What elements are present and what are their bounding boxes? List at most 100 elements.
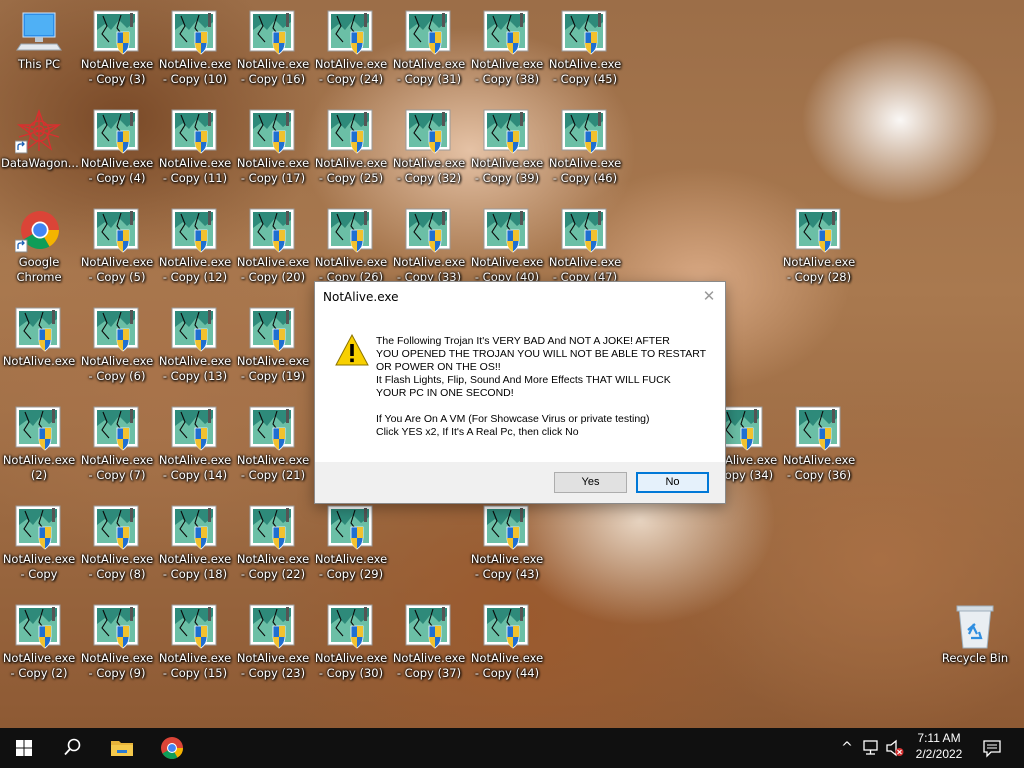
desktop-icon-c23[interactable]: NotAlive.exe - Copy (23) — [235, 598, 311, 694]
desktop[interactable]: This PC DataWagon... Google Chrome NotAlive… — [0, 0, 1024, 728]
desktop-icon-na-2[interactable]: NotAlive.exe (2) — [1, 400, 77, 496]
action-center-icon[interactable] — [980, 728, 1004, 768]
desktop-icon-c30[interactable]: NotAlive.exe - Copy (30) — [313, 598, 389, 694]
desktop-icon-label: NotAlive.exe - Copy (23) — [236, 651, 310, 680]
desktop-icon-c8[interactable]: NotAlive.exe - Copy (8) — [79, 499, 155, 595]
notalive-exe-icon — [93, 109, 141, 155]
desktop-icon-na-copy[interactable]: NotAlive.exe - Copy — [1, 499, 77, 595]
desktop-icon-c32[interactable]: NotAlive.exe - Copy (32) — [391, 103, 467, 199]
desktop-icon-label: DataWagon... — [1, 156, 79, 170]
desktop-icon-c36[interactable]: NotAlive.exe - Copy (36) — [781, 400, 857, 496]
file-explorer-button[interactable] — [98, 728, 146, 768]
desktop-icon-c12[interactable]: NotAlive.exe - Copy (12) — [157, 202, 233, 298]
desktop-icon-label: NotAlive.exe - Copy (28) — [782, 255, 856, 284]
chrome-icon — [161, 737, 183, 759]
message-box-dialog[interactable]: NotAlive.exe ✕ The Following Trojan It's… — [314, 281, 726, 504]
chrome-taskbar-button[interactable] — [148, 728, 196, 768]
yes-button[interactable]: Yes — [554, 472, 627, 493]
search-button[interactable] — [48, 728, 96, 768]
desktop-icon-c16[interactable]: NotAlive.exe - Copy (16) — [235, 4, 311, 100]
desktop-icon-c9[interactable]: NotAlive.exe - Copy (9) — [79, 598, 155, 694]
notalive-exe-icon — [249, 307, 297, 353]
desktop-icon-label: NotAlive.exe - Copy (44) — [470, 651, 544, 680]
warning-icon — [335, 334, 369, 366]
recycle-bin-icon — [951, 604, 999, 650]
notalive-exe-icon — [249, 604, 297, 650]
desktop-icon-c13[interactable]: NotAlive.exe - Copy (13) — [157, 301, 233, 397]
desktop-icon-label: NotAlive.exe - Copy (18) — [158, 552, 232, 581]
desktop-icon-datawagon[interactable]: DataWagon... — [1, 103, 79, 199]
desktop-icon-c10[interactable]: NotAlive.exe - Copy (10) — [157, 4, 233, 100]
notalive-exe-icon — [795, 406, 843, 452]
notalive-exe-icon — [93, 10, 141, 56]
notalive-exe-icon — [171, 10, 219, 56]
notalive-exe-icon — [171, 208, 219, 254]
desktop-icon-na[interactable]: NotAlive.exe — [1, 301, 77, 397]
notalive-exe-icon — [171, 307, 219, 353]
desktop-icon-c11[interactable]: NotAlive.exe - Copy (11) — [157, 103, 233, 199]
desktop-icon-c4[interactable]: NotAlive.exe - Copy (4) — [79, 103, 155, 199]
desktop-icon-label: NotAlive.exe - Copy (19) — [236, 354, 310, 383]
desktop-icon-c5[interactable]: NotAlive.exe - Copy (5) — [79, 202, 155, 298]
desktop-icon-label: NotAlive.exe - Copy (38) — [470, 57, 544, 86]
desktop-icon-c15[interactable]: NotAlive.exe - Copy (15) — [157, 598, 233, 694]
volume-muted-icon[interactable] — [884, 728, 906, 768]
desktop-icon-label: NotAlive.exe - Copy (15) — [158, 651, 232, 680]
desktop-icon-label: NotAlive.exe - Copy (22) — [236, 552, 310, 581]
desktop-icon-c21[interactable]: NotAlive.exe - Copy (21) — [235, 400, 311, 496]
desktop-icon-recycle[interactable]: Recycle Bin — [937, 598, 1013, 694]
start-button[interactable] — [0, 728, 48, 768]
clock-time: 7:11 AM — [917, 731, 961, 745]
desktop-icon-chrome[interactable]: Google Chrome — [1, 202, 77, 298]
notalive-exe-icon — [15, 406, 63, 452]
notalive-exe-icon — [249, 109, 297, 155]
show-hidden-icons-chevron[interactable]: ^ — [838, 728, 856, 768]
desktop-icon-label: NotAlive.exe - Copy — [2, 552, 76, 581]
desktop-icon-na-copy-2[interactable]: NotAlive.exe - Copy (2) — [1, 598, 77, 694]
desktop-icon-c38[interactable]: NotAlive.exe - Copy (38) — [469, 4, 545, 100]
desktop-icon-this-pc[interactable]: This PC — [1, 4, 77, 100]
windows-logo-icon — [16, 740, 32, 756]
notalive-exe-icon — [171, 604, 219, 650]
desktop-icon-label: NotAlive.exe - Copy (7) — [80, 453, 154, 482]
notalive-exe-icon — [15, 604, 63, 650]
desktop-icon-c20[interactable]: NotAlive.exe - Copy (20) — [235, 202, 311, 298]
desktop-icon-c28[interactable]: NotAlive.exe - Copy (28) — [781, 202, 857, 298]
desktop-icon-c17[interactable]: NotAlive.exe - Copy (17) — [235, 103, 311, 199]
desktop-icon-label: NotAlive.exe - Copy (17) — [236, 156, 310, 185]
desktop-icon-c46[interactable]: NotAlive.exe - Copy (46) — [547, 103, 623, 199]
desktop-icon-c19[interactable]: NotAlive.exe - Copy (19) — [235, 301, 311, 397]
desktop-icon-c44[interactable]: NotAlive.exe - Copy (44) — [469, 598, 545, 694]
desktop-icon-c45[interactable]: NotAlive.exe - Copy (45) — [547, 4, 623, 100]
desktop-icon-c43[interactable]: NotAlive.exe - Copy (43) — [469, 499, 545, 595]
desktop-icon-c31[interactable]: NotAlive.exe - Copy (31) — [391, 4, 467, 100]
desktop-icon-label: NotAlive.exe - Copy (4) — [80, 156, 154, 185]
no-button[interactable]: No — [636, 472, 709, 493]
taskbar-clock[interactable]: 7:11 AM 2/2/2022 — [906, 730, 972, 762]
notalive-exe-icon — [327, 109, 375, 155]
desktop-icon-c25[interactable]: NotAlive.exe - Copy (25) — [313, 103, 389, 199]
desktop-icon-c14[interactable]: NotAlive.exe - Copy (14) — [157, 400, 233, 496]
desktop-icon-label: NotAlive.exe - Copy (31) — [392, 57, 466, 86]
network-icon[interactable] — [862, 728, 880, 768]
dialog-body: The Following Trojan It's VERY BAD And N… — [315, 312, 725, 462]
desktop-icon-c6[interactable]: NotAlive.exe - Copy (6) — [79, 301, 155, 397]
desktop-icon-label: NotAlive.exe - Copy (29) — [314, 552, 388, 581]
taskbar: ^ 7:11 AM 2/2/2022 — [0, 728, 1024, 768]
close-icon[interactable]: ✕ — [701, 288, 717, 304]
desktop-icon-c7[interactable]: NotAlive.exe - Copy (7) — [79, 400, 155, 496]
desktop-icon-c22[interactable]: NotAlive.exe - Copy (22) — [235, 499, 311, 595]
desktop-icon-c39[interactable]: NotAlive.exe - Copy (39) — [469, 103, 545, 199]
desktop-icon-c24[interactable]: NotAlive.exe - Copy (24) — [313, 4, 389, 100]
desktop-icon-c29[interactable]: NotAlive.exe - Copy (29) — [313, 499, 389, 595]
desktop-icon-label: NotAlive.exe - Copy (8) — [80, 552, 154, 581]
desktop-icon-label: NotAlive.exe - Copy (13) — [158, 354, 232, 383]
desktop-icon-c37[interactable]: NotAlive.exe - Copy (37) — [391, 598, 467, 694]
desktop-icon-label: NotAlive.exe - Copy (32) — [392, 156, 466, 185]
notalive-exe-icon — [93, 406, 141, 452]
desktop-icon-label: NotAlive.exe - Copy (37) — [392, 651, 466, 680]
dialog-titlebar[interactable]: NotAlive.exe ✕ — [315, 282, 725, 312]
desktop-icon-c3[interactable]: NotAlive.exe - Copy (3) — [79, 4, 155, 100]
desktop-icon-c18[interactable]: NotAlive.exe - Copy (18) — [157, 499, 233, 595]
desktop-icon-label: NotAlive.exe - Copy (36) — [782, 453, 856, 482]
